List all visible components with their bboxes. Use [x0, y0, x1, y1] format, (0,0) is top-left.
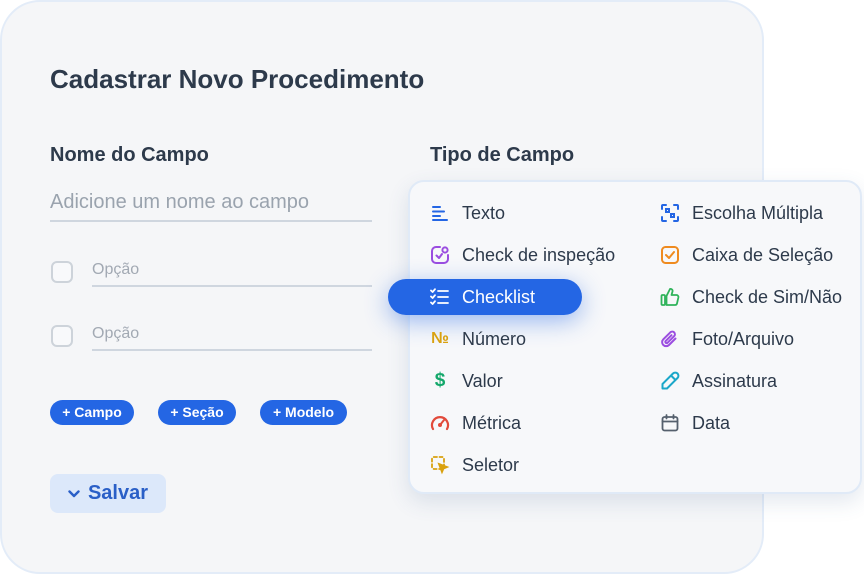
field-type-option-multiple-choice[interactable]: Escolha Múltipla — [660, 195, 823, 231]
field-type-dropdown: Texto Check de inspeção Checklist № Núme… — [388, 180, 862, 494]
gauge-icon — [430, 413, 450, 433]
field-name-label: Nome do Campo — [50, 144, 209, 166]
field-type-label: Texto — [462, 202, 506, 223]
option-checkbox[interactable] — [51, 325, 73, 347]
field-type-label: Tipo de Campo — [430, 144, 575, 166]
field-type-option-number[interactable]: № Número — [430, 321, 526, 357]
field-type-label: Número — [462, 328, 527, 349]
thumbs-up-icon — [660, 287, 680, 307]
field-type-option-value[interactable]: $ Valor — [430, 363, 503, 399]
field-type-label: Escolha Múltipla — [692, 202, 824, 223]
calendar-icon — [660, 413, 680, 433]
chevron-down-icon — [68, 489, 80, 497]
field-type-label: Métrica — [462, 412, 522, 433]
save-button[interactable]: Salvar — [50, 474, 166, 513]
field-type-label: Check de Sim/Não — [692, 286, 843, 307]
field-type-option-checklist[interactable]: Checklist — [388, 279, 582, 315]
field-type-option-photo-file[interactable]: Foto/Arquivo — [660, 321, 794, 357]
multiple-choice-icon — [660, 203, 680, 223]
check-inspection-icon — [430, 245, 450, 265]
field-type-label: Data — [692, 412, 731, 433]
field-type-label: Foto/Arquivo — [692, 328, 795, 349]
field-type-option-metric[interactable]: Métrica — [430, 405, 521, 441]
dollar-icon: $ — [434, 370, 446, 391]
number-sign-icon: № — [431, 330, 449, 347]
field-type-label: Assinatura — [692, 370, 778, 391]
field-name-input[interactable] — [50, 184, 372, 222]
page-title: Cadastrar Novo Procedimento — [50, 64, 425, 94]
checklist-icon — [430, 287, 450, 307]
option-checkbox[interactable] — [51, 261, 73, 283]
selector-icon — [430, 455, 450, 475]
add-section-button[interactable]: + Seção — [158, 400, 236, 425]
paperclip-icon — [660, 329, 680, 349]
field-type-option-selector[interactable]: Seletor — [430, 447, 519, 483]
field-type-label: Valor — [462, 370, 503, 391]
field-type-label: Caixa de Seleção — [692, 244, 834, 265]
field-type-option-inspection[interactable]: Check de inspeção — [430, 237, 615, 273]
field-type-option-checkbox[interactable]: Caixa de Seleção — [660, 237, 833, 273]
field-type-label: Checklist — [462, 286, 536, 307]
field-type-option-date[interactable]: Data — [660, 405, 730, 441]
field-type-option-yes-no[interactable]: Check de Sim/Não — [660, 279, 842, 315]
add-field-button[interactable]: + Campo — [50, 400, 134, 425]
text-lines-icon — [430, 203, 450, 223]
pen-icon — [660, 371, 680, 391]
field-type-option-text[interactable]: Texto — [430, 195, 505, 231]
option-input[interactable] — [92, 319, 372, 351]
checkbox-icon — [660, 245, 680, 265]
field-type-label: Seletor — [462, 454, 520, 475]
option-input[interactable] — [92, 255, 372, 287]
add-model-button[interactable]: + Modelo — [260, 400, 347, 425]
save-button-label: Salvar — [87, 482, 149, 504]
field-type-label: Check de inspeção — [462, 244, 616, 265]
field-type-option-signature[interactable]: Assinatura — [660, 363, 777, 399]
